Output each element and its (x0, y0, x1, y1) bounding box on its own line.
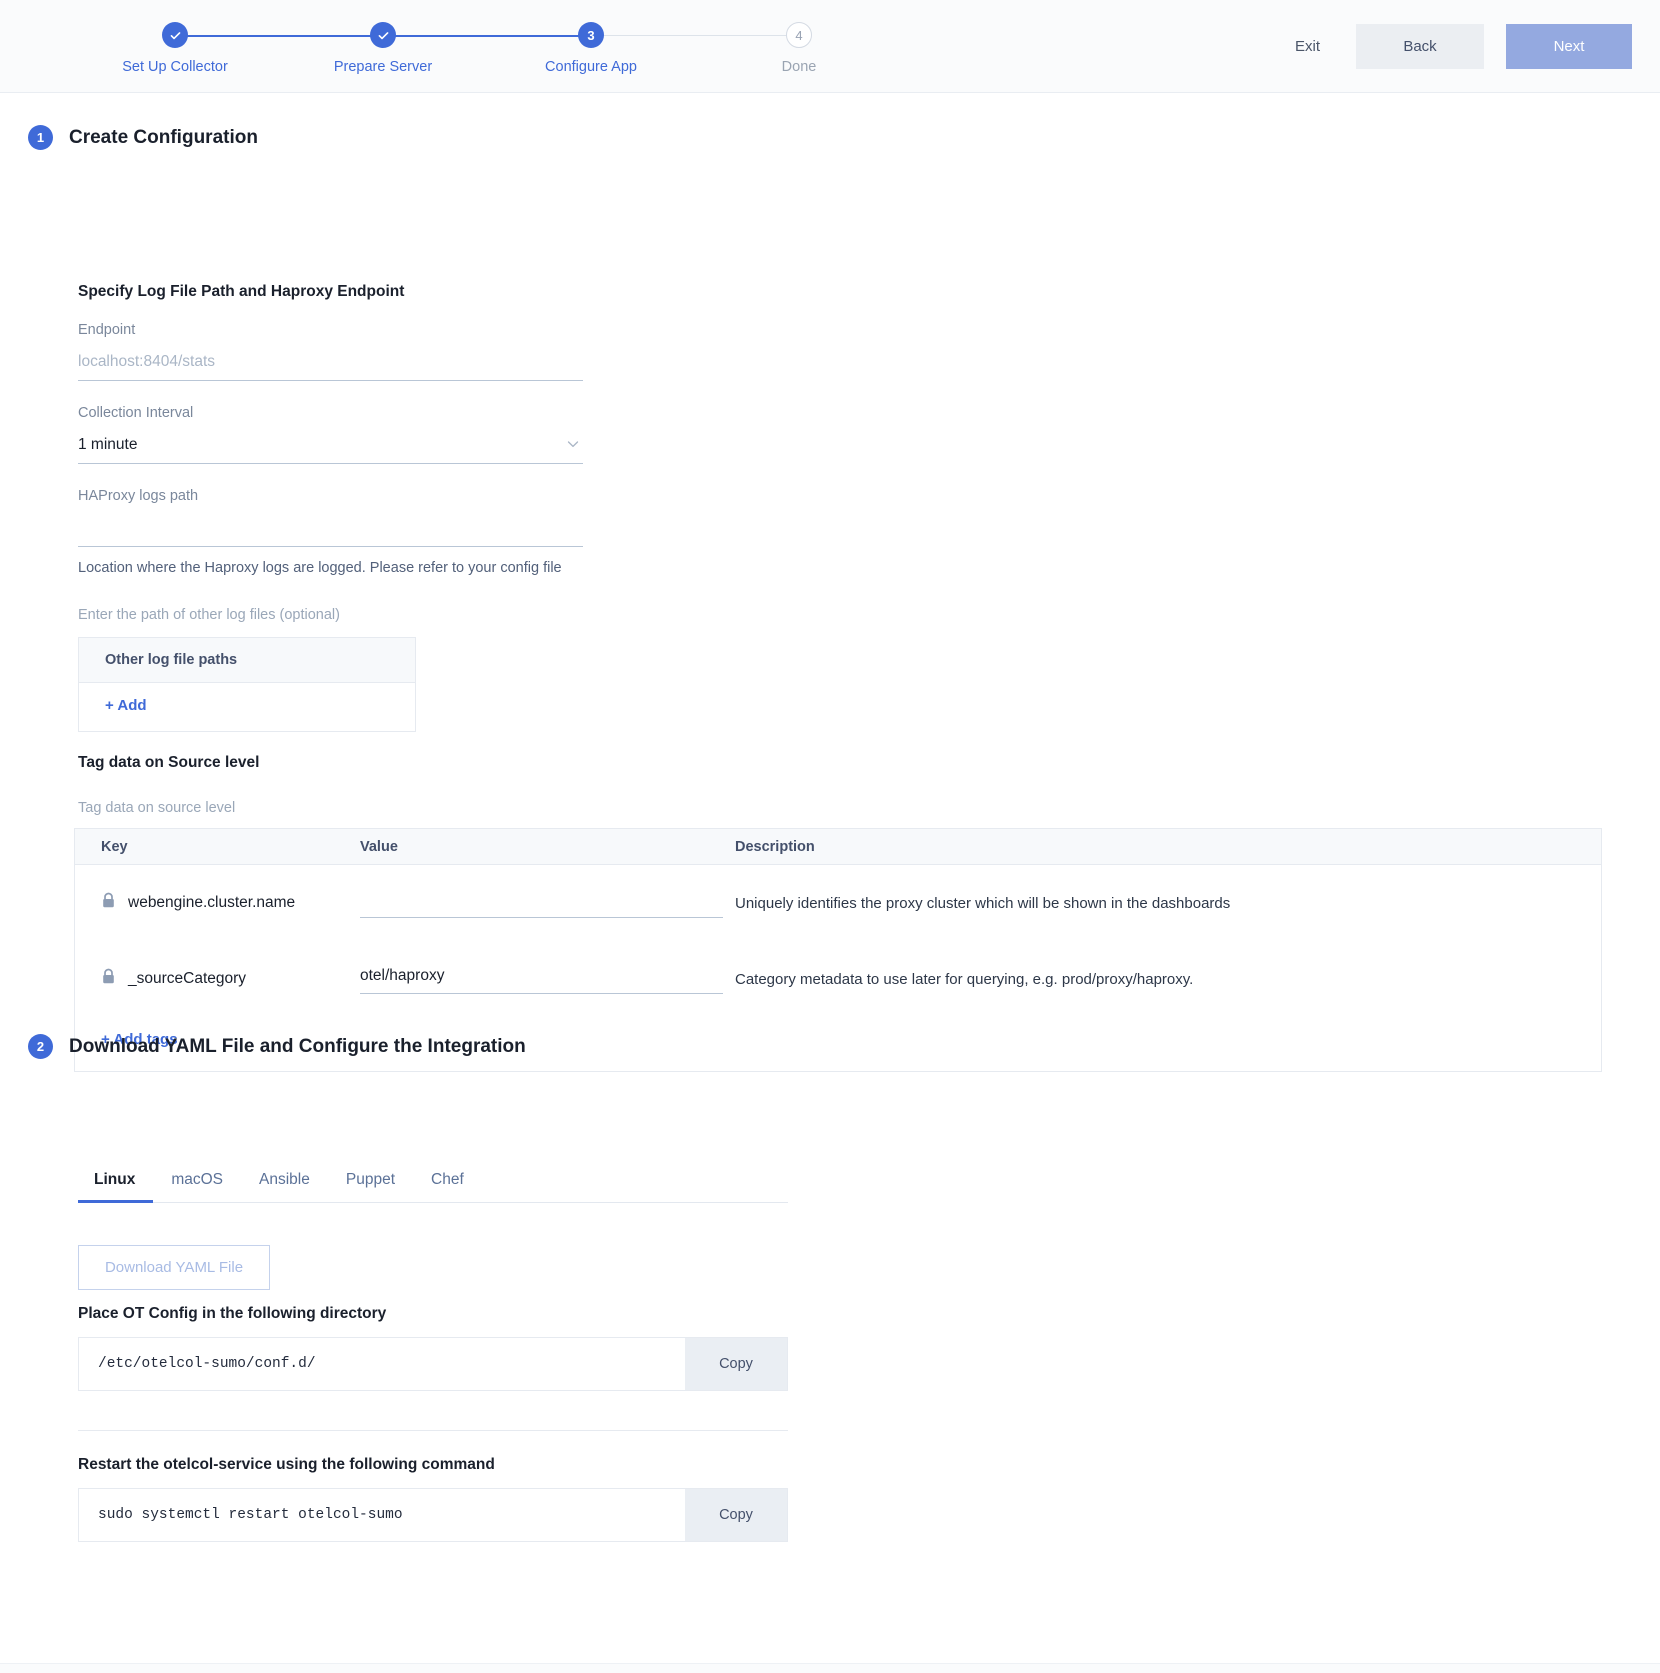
lock-icon (101, 968, 116, 990)
platform-tabs: Linux macOS Ansible Puppet Chef (78, 1171, 788, 1203)
step-check-icon (370, 22, 396, 48)
exit-button[interactable]: Exit (1281, 30, 1334, 63)
section-1-header: 1 Create Configuration (28, 125, 258, 150)
tag-key-cell: webengine.cluster.name (75, 892, 360, 914)
other-log-paths-table: Other log file paths + Add (78, 637, 416, 732)
step-label: Prepare Server (333, 59, 433, 75)
copy-restart-command-button[interactable]: Copy (685, 1489, 787, 1541)
tab-puppet[interactable]: Puppet (328, 1171, 413, 1202)
table-row: webengine.cluster.name Uniquely identifi… (75, 865, 1601, 941)
haproxy-logs-path-label: HAProxy logs path (78, 488, 199, 504)
step-check-icon (162, 22, 188, 48)
section-divider (78, 1430, 788, 1431)
column-header-value: Value (360, 838, 398, 855)
tab-linux[interactable]: Linux (78, 1171, 154, 1203)
haproxy-logs-path-field-wrap (78, 515, 583, 547)
restart-code-block: sudo systemctl restart otelcol-sumo Copy (78, 1488, 788, 1542)
wizard-stepper: Set Up Collector Prepare Server 3 Config… (95, 22, 855, 86)
table-row: _sourceCategory Category metadata to use… (75, 941, 1601, 1017)
copy-directory-button[interactable]: Copy (685, 1338, 787, 1390)
step-label: Set Up Collector (122, 59, 228, 75)
haproxy-logs-path-helper: Location where the Haproxy logs are logg… (78, 560, 562, 576)
step-number-badge: 3 (578, 22, 604, 48)
restart-service-title: Restart the otelcol-service using the fo… (78, 1456, 495, 1473)
tag-key-cell: _sourceCategory (75, 968, 360, 990)
add-log-path-button[interactable]: + Add (105, 697, 147, 714)
collection-interval-field-wrap (78, 432, 583, 464)
download-yaml-button[interactable]: Download YAML File (78, 1245, 270, 1290)
table-header-row: Key Value Description (75, 829, 1601, 865)
step-connector-1 (175, 35, 383, 37)
tab-ansible[interactable]: Ansible (241, 1171, 328, 1202)
place-ot-config-title: Place OT Config in the following directo… (78, 1305, 387, 1322)
other-log-paths-column-header: Other log file paths (79, 638, 415, 683)
section-number-badge: 2 (28, 1034, 53, 1059)
collection-interval-label: Collection Interval (78, 405, 194, 421)
tag-data-caption: Tag data on source level (78, 800, 236, 816)
step-prepare-server[interactable]: Prepare Server (303, 22, 463, 75)
column-header-description: Description (735, 838, 815, 855)
collection-interval-select[interactable] (78, 432, 583, 464)
tab-chef[interactable]: Chef (413, 1171, 482, 1202)
tag-key-text: webengine.cluster.name (128, 894, 296, 911)
tag-key-text: _sourceCategory (128, 970, 247, 987)
tag-data-section-title: Tag data on Source level (78, 754, 260, 771)
tag-description-text: Uniquely identifies the proxy cluster wh… (735, 894, 1231, 912)
directory-code-block: /etc/otelcol-sumo/conf.d/ Copy (78, 1337, 788, 1391)
tab-macos[interactable]: macOS (153, 1171, 241, 1202)
step-label: Done (781, 59, 817, 75)
section-number-badge: 1 (28, 125, 53, 150)
column-header-key: Key (101, 838, 128, 855)
header-actions: Exit Back Next (1281, 24, 1632, 69)
endpoint-field-wrap (78, 349, 583, 381)
step-connector-2 (383, 35, 591, 37)
step-done[interactable]: 4 Done (719, 22, 879, 75)
tag-value-cell (360, 888, 735, 918)
haproxy-logs-path-input[interactable] (78, 515, 583, 547)
footer-strip (0, 1663, 1660, 1673)
step-set-up-collector[interactable]: Set Up Collector (95, 22, 255, 75)
endpoint-input[interactable] (78, 349, 583, 381)
back-button[interactable]: Back (1356, 24, 1484, 69)
lock-icon (101, 892, 116, 914)
specify-log-path-subtitle: Specify Log File Path and Haproxy Endpoi… (78, 283, 405, 300)
tag-description-text: Category metadata to use later for query… (735, 970, 1194, 988)
section-2-title: Download YAML File and Configure the Int… (69, 1035, 526, 1057)
section-2-header: 2 Download YAML File and Configure the I… (28, 1034, 526, 1059)
step-configure-app[interactable]: 3 Configure App (511, 22, 671, 75)
directory-path-text: /etc/otelcol-sumo/conf.d/ (98, 1356, 316, 1372)
endpoint-label: Endpoint (78, 322, 136, 338)
restart-command-text: sudo systemctl restart otelcol-sumo (98, 1507, 403, 1523)
next-button[interactable]: Next (1506, 24, 1632, 69)
tag-value-input[interactable] (360, 964, 723, 994)
page-title: Create Configuration (69, 126, 258, 148)
step-number-badge: 4 (786, 22, 812, 48)
other-log-files-label: Enter the path of other log files (optio… (78, 607, 340, 623)
step-label: Configure App (545, 59, 637, 75)
tag-value-input[interactable] (360, 888, 723, 918)
tag-value-cell (360, 964, 735, 994)
download-yaml-wrap: Download YAML File (78, 1245, 270, 1290)
wizard-header: Set Up Collector Prepare Server 3 Config… (0, 0, 1660, 93)
step-connector-3 (591, 35, 799, 36)
